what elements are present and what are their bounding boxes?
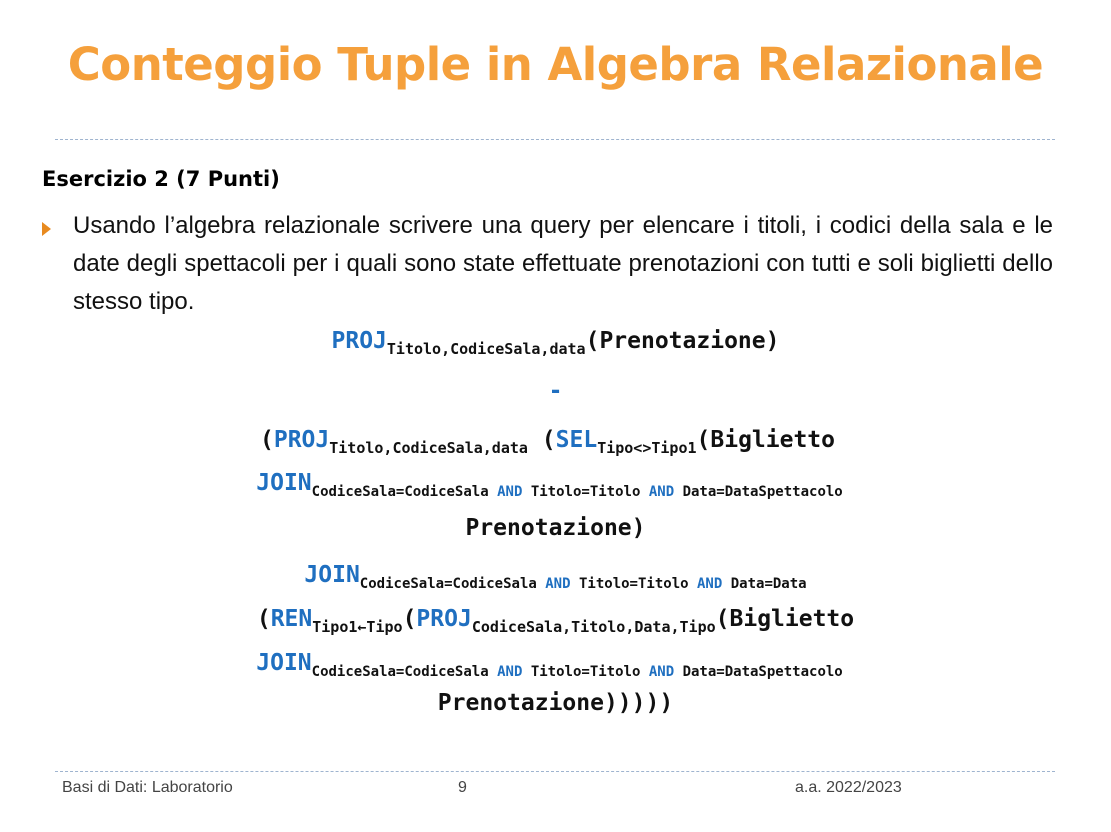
query-line-9: Prenotazione))))) [0,690,1111,716]
kw-and: AND [545,576,571,592]
join-cond-codice: CodiceSala=CodiceSala [311,664,489,680]
slide-title: Conteggio Tuple in Algebra Relazionale [67,38,1044,91]
join-cond-data: Data=Data [730,576,807,592]
query-line-4: JOINCodiceSala=CodiceSala AND Titolo=Tit… [0,470,1105,500]
footer-course: Basi di Dati: Laboratorio [62,779,233,796]
query-line-6: JOINCodiceSala=CodiceSala AND Titolo=Tit… [0,562,1111,592]
join-cond-codice: CodiceSala=CodiceSala [359,576,537,592]
kw-join: JOIN [256,470,312,496]
footer-page-number: 9 [458,779,467,796]
kw-proj: PROJ [331,328,387,354]
kw-proj: PROJ [273,427,330,453]
kw-and: AND [648,484,675,500]
sel-cond: Tipo<>Tipo1 [597,439,697,457]
kw-and: AND [697,576,723,592]
kw-and: AND [648,664,675,680]
kw-ren: REN [270,606,313,632]
top-divider [55,139,1055,140]
kw-and: AND [497,484,523,500]
query-line-3: (PROJTitolo,CodiceSala,data (SELTipo<>Ti… [0,427,1103,457]
exercise-heading: Esercizio 2 (7 Punti) [42,167,280,191]
biglietto: (Biglietto [715,606,855,632]
proj3-attrs: CodiceSala,Titolo,Data,Tipo [471,618,716,636]
open-paren: ( [402,606,417,632]
ren-attrs: Tipo1←Tipo [312,618,403,636]
kw-proj: PROJ [416,606,472,632]
bullet-arrow-icon [42,222,51,236]
prenotazione-final: Prenotazione))))) [437,690,674,716]
biglietto: (Biglietto [696,427,836,453]
kw-and: AND [497,664,523,680]
query-line-5: Prenotazione) [0,515,1111,541]
kw-join: JOIN [256,650,312,676]
kw-sel: SEL [555,427,598,453]
slide: Conteggio Tuple in Algebra Relazionale E… [0,0,1111,832]
join-cond-data: Data=DataSpettacolo [682,664,843,680]
proj2-attrs: Titolo,CodiceSala,data [329,439,528,457]
minus-operator: - [548,378,563,404]
join-cond-titolo: Titolo=Titolo [530,664,641,680]
join-cond-codice: CodiceSala=CodiceSala [311,484,489,500]
open-paren: ( [541,427,556,453]
open-paren: ( [259,427,274,453]
footer-academic-year: a.a. 2022/2023 [795,779,902,796]
join-cond-titolo: Titolo=Titolo [578,576,689,592]
proj1-arg: (Prenotazione) [585,328,780,354]
query-line-1: PROJTitolo,CodiceSala,data(Prenotazione) [0,328,1111,358]
proj1-attrs: Titolo,CodiceSala,data [386,340,586,358]
kw-join: JOIN [304,562,360,588]
exercise-text: Usando l’algebra relazionale scrivere un… [73,212,1053,315]
query-line-8: JOINCodiceSala=CodiceSala AND Titolo=Tit… [0,650,1105,680]
query-line-7: (RENTipo1←Tipo(PROJCodiceSala,Titolo,Dat… [0,606,1111,636]
join-cond-titolo: Titolo=Titolo [530,484,641,500]
join-cond-data: Data=DataSpettacolo [682,484,843,500]
query-minus: - [0,378,1111,404]
prenotazione-close: Prenotazione) [465,515,646,541]
open-paren: ( [256,606,271,632]
bottom-divider [55,771,1055,772]
